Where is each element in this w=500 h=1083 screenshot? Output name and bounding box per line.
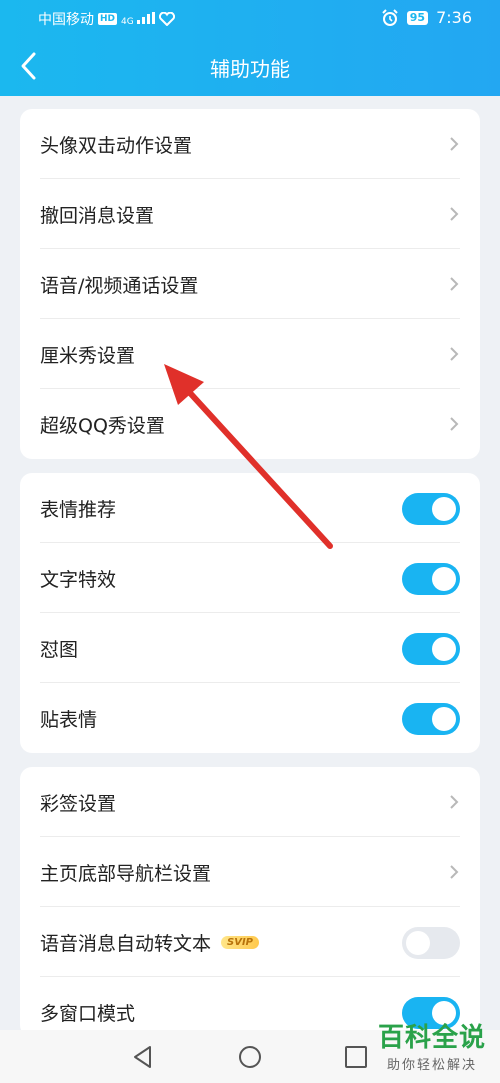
back-triangle-icon[interactable] <box>130 1044 156 1070</box>
setting-label: 贴表情 <box>40 709 98 731</box>
chevron-right-icon <box>450 417 459 431</box>
voice-to-text-toggle[interactable] <box>402 927 460 959</box>
dui-tu-toggle[interactable] <box>402 633 460 665</box>
sticker-toggle[interactable] <box>402 703 460 735</box>
watermark-subtitle: 助你轻松解决 <box>386 1058 477 1073</box>
recents-square-icon[interactable] <box>343 1044 369 1070</box>
setting-label: 语音/视频通话设置 <box>40 275 199 297</box>
settings-group-2: 表情推荐 文字特效 怼图 贴表情 <box>20 473 480 753</box>
settings-group-1: 头像双击动作设置 撤回消息设置 语音/视频通话设置 厘米秀设置 超级QQ秀设置 <box>20 109 480 459</box>
page-title: 辅助功能 <box>210 57 290 81</box>
setting-label: 撤回消息设置 <box>40 205 155 227</box>
carrier-label: 中国移动 <box>38 12 94 28</box>
setting-label-with-badge: 语音消息自动转文本 SVIP <box>40 929 260 956</box>
chevron-right-icon <box>450 795 459 809</box>
setting-label: 多窗口模式 <box>40 1003 136 1025</box>
chevron-right-icon <box>450 137 459 151</box>
watermark: 百科全说 助你轻松解决 <box>378 1022 486 1073</box>
setting-row-call-settings[interactable]: 语音/视频通话设置 <box>40 249 460 319</box>
toggle-knob <box>432 637 456 661</box>
setting-label: 彩签设置 <box>40 793 117 815</box>
app-header: 中国移动 HD 4G 95 7:36 辅助功能 <box>0 0 500 96</box>
setting-row-emoji-recommend: 表情推荐 <box>40 473 460 543</box>
chevron-right-icon <box>450 347 459 361</box>
battery-indicator: 95 <box>406 10 429 25</box>
toggle-knob <box>406 931 430 955</box>
setting-label: 主页底部导航栏设置 <box>40 863 212 885</box>
setting-label: 头像双击动作设置 <box>40 135 193 157</box>
text-effects-toggle[interactable] <box>402 563 460 595</box>
setting-row-text-effects: 文字特效 <box>40 543 460 613</box>
nav-bar: 辅助功能 <box>0 36 500 96</box>
hd-badge: HD <box>98 13 118 25</box>
setting-row-color-tag[interactable]: 彩签设置 <box>40 767 460 837</box>
toggle-knob <box>432 707 456 731</box>
chevron-right-icon <box>450 277 459 291</box>
chevron-right-icon <box>450 865 459 879</box>
clock: 7:36 <box>436 8 472 27</box>
alarm-icon <box>382 8 398 26</box>
setting-label: 厘米秀设置 <box>40 345 136 367</box>
heart-icon <box>158 12 175 26</box>
setting-row-recall-message[interactable]: 撤回消息设置 <box>40 179 460 249</box>
setting-label: 怼图 <box>40 639 79 661</box>
emoji-recommend-toggle[interactable] <box>402 493 460 525</box>
status-bar: 中国移动 HD 4G 95 7:36 <box>0 0 500 36</box>
setting-label: 表情推荐 <box>40 499 117 521</box>
setting-row-super-qq-show[interactable]: 超级QQ秀设置 <box>40 389 460 459</box>
svip-badge: SVIP <box>221 936 260 949</box>
toggle-knob <box>432 497 456 521</box>
home-circle-icon[interactable] <box>237 1044 263 1070</box>
setting-row-voice-to-text: 语音消息自动转文本 SVIP <box>40 907 460 977</box>
signal-icon: 4G <box>121 11 155 27</box>
setting-row-avatar-double-tap[interactable]: 头像双击动作设置 <box>40 109 460 179</box>
setting-row-sticker: 贴表情 <box>40 683 460 753</box>
setting-label: 语音消息自动转文本 <box>40 933 212 955</box>
settings-group-3: 彩签设置 主页底部导航栏设置 语音消息自动转文本 SVIP 多窗口模式 <box>20 767 480 1037</box>
chevron-right-icon <box>450 207 459 221</box>
setting-row-dui-tu: 怼图 <box>40 613 460 683</box>
setting-label: 超级QQ秀设置 <box>40 415 165 437</box>
setting-row-bottom-nav[interactable]: 主页底部导航栏设置 <box>40 837 460 907</box>
watermark-title: 百科全说 <box>377 1023 486 1053</box>
setting-row-cmshow[interactable]: 厘米秀设置 <box>40 319 460 389</box>
toggle-knob <box>432 567 456 591</box>
setting-label: 文字特效 <box>40 569 117 591</box>
